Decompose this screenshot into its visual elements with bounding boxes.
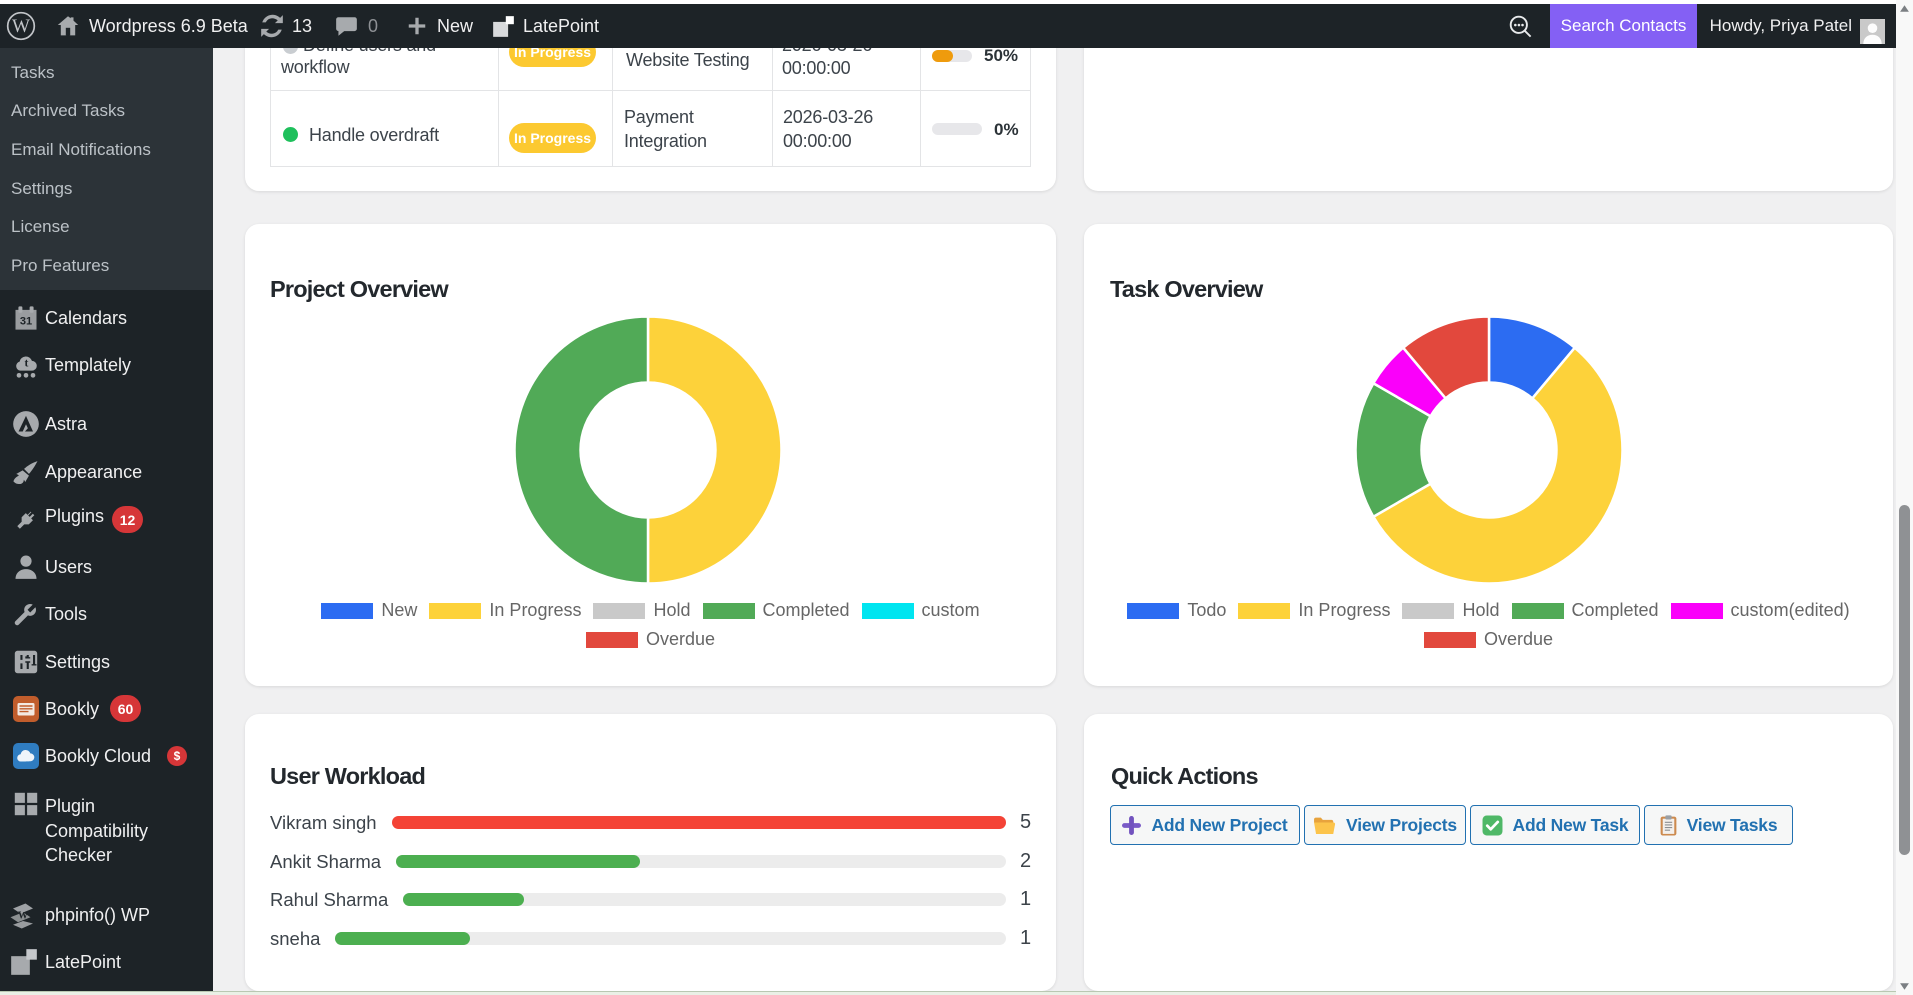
svg-text:W: W bbox=[12, 16, 30, 37]
svg-text:31: 31 bbox=[20, 315, 32, 327]
svg-text:W: W bbox=[18, 911, 28, 922]
svg-text:t: t bbox=[25, 357, 29, 370]
